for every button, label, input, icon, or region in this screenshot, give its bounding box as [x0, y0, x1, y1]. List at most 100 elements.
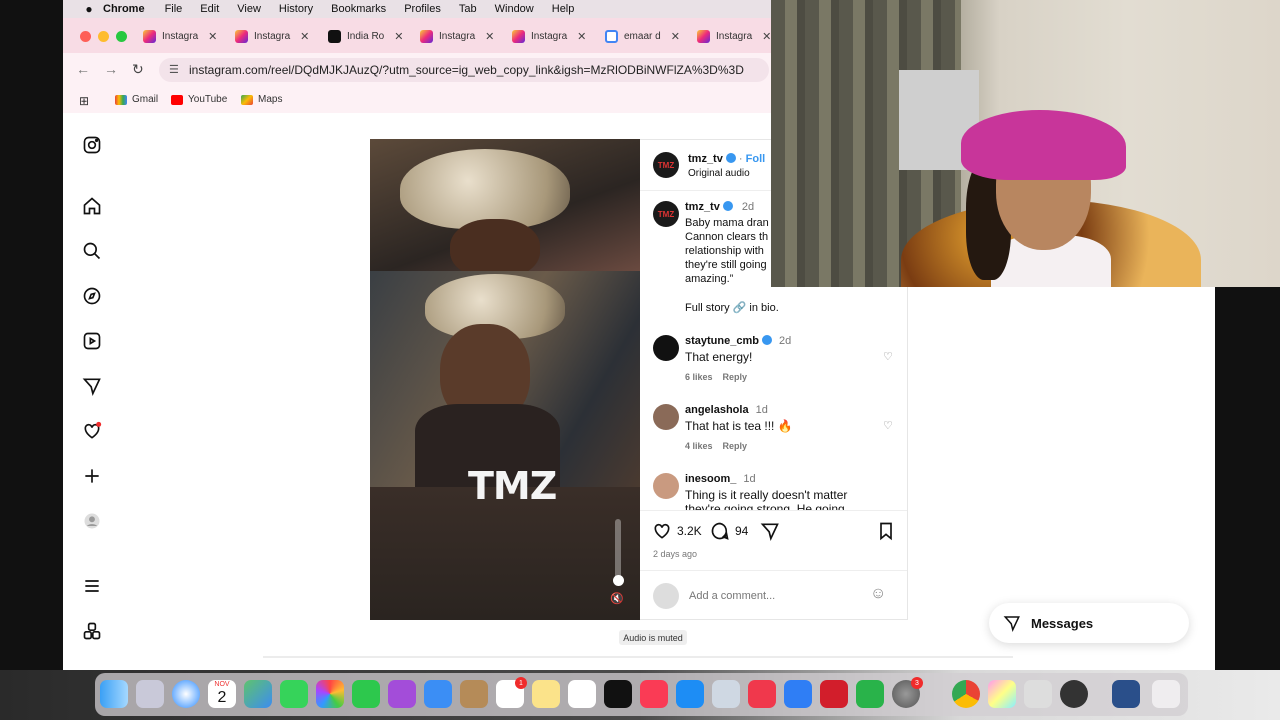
finder-icon[interactable]	[100, 680, 128, 708]
menu-tab[interactable]: Tab	[459, 3, 477, 15]
comment-username[interactable]: inesoom_ 1d	[685, 473, 756, 485]
browser-tab[interactable]: Instagra ✕	[235, 26, 309, 46]
obs-icon[interactable]	[1060, 680, 1088, 708]
audio-label[interactable]: Original audio	[688, 167, 750, 181]
numbers-icon[interactable]	[856, 680, 884, 708]
screenshot-icon[interactable]	[988, 680, 1016, 708]
volume-slider[interactable]	[615, 519, 621, 581]
chrome-icon[interactable]	[952, 680, 980, 708]
comment-button[interactable]: 94	[710, 521, 748, 541]
notifications-heart-icon[interactable]	[81, 420, 103, 442]
browser-tab[interactable]: Instagra ✕	[697, 26, 771, 46]
close-tab-icon[interactable]: ✕	[394, 30, 403, 43]
avatar[interactable]	[653, 404, 679, 430]
menu-help[interactable]: Help	[552, 3, 575, 15]
music-icon[interactable]	[640, 680, 668, 708]
browser-tab[interactable]: Instagra ✕	[512, 26, 586, 46]
back-arrow-icon[interactable]: ←	[76, 61, 90, 77]
save-button[interactable]	[876, 521, 901, 541]
trash-icon[interactable]	[1152, 680, 1180, 708]
facetime-icon[interactable]	[352, 680, 380, 708]
notes-app-icon[interactable]	[1024, 680, 1052, 708]
reply-button[interactable]: Reply	[723, 372, 748, 382]
site-settings-icon[interactable]: ☰	[169, 63, 179, 76]
menu-app-name[interactable]: Chrome	[103, 3, 145, 15]
calendar-icon[interactable]: NOV 2	[208, 680, 236, 708]
bookmark-maps[interactable]: Maps	[241, 94, 282, 105]
browser-tab[interactable]: Instagra ✕	[143, 26, 217, 46]
display-icon[interactable]	[1112, 680, 1140, 708]
photos-icon[interactable]	[316, 680, 344, 708]
news-icon[interactable]	[748, 680, 776, 708]
browser-tab[interactable]: Instagra ✕	[420, 26, 494, 46]
like-button[interactable]: 3.2K	[652, 521, 702, 541]
like-comment-heart-icon[interactable]: ♡	[883, 419, 893, 432]
apple-tv-icon[interactable]	[604, 680, 632, 708]
photo-booth-icon[interactable]	[820, 680, 848, 708]
close-tab-icon[interactable]: ✕	[762, 30, 771, 43]
menu-history[interactable]: History	[279, 3, 313, 15]
more-menu-icon[interactable]	[81, 575, 103, 597]
launchpad-icon[interactable]	[136, 680, 164, 708]
messages-icon[interactable]	[280, 680, 308, 708]
freeform-icon[interactable]	[568, 680, 596, 708]
comment-username[interactable]: staytune_cmb 2d	[685, 335, 791, 347]
contacts-icon[interactable]	[460, 680, 488, 708]
apps-grid-icon[interactable]: ⊞	[79, 94, 89, 108]
create-plus-icon[interactable]	[81, 465, 103, 487]
instagram-logo-icon[interactable]	[81, 134, 103, 156]
messages-button[interactable]: Messages	[989, 603, 1189, 643]
address-bar[interactable]: ☰ instagram.com/reel/DQdMJKJAuzQ/?utm_so…	[159, 58, 769, 82]
menu-edit[interactable]: Edit	[200, 3, 219, 15]
avatar[interactable]	[653, 473, 679, 499]
menu-profiles[interactable]: Profiles	[404, 3, 441, 15]
bookmark-gmail[interactable]: Gmail	[115, 94, 158, 105]
forward-arrow-icon[interactable]: →	[104, 61, 118, 77]
comment-likes[interactable]: 4 likes	[685, 441, 713, 451]
zoom-window-button[interactable]	[116, 31, 127, 42]
close-tab-icon[interactable]: ✕	[671, 30, 680, 43]
avatar[interactable]: TMZ	[653, 152, 679, 178]
safari-icon[interactable]	[172, 680, 200, 708]
horizontal-scrollbar[interactable]	[263, 656, 1013, 658]
comment-likes[interactable]: 6 likes	[685, 372, 713, 382]
apple-icon[interactable]: ●	[75, 2, 103, 16]
like-comment-heart-icon[interactable]: ♡	[883, 350, 893, 363]
comment-username[interactable]: angelashola 1d	[685, 404, 768, 416]
home-icon[interactable]	[81, 195, 103, 217]
menu-bookmarks[interactable]: Bookmarks	[331, 3, 386, 15]
add-comment-input[interactable]: Add a comment...	[689, 589, 775, 603]
profile-avatar-icon[interactable]	[81, 510, 103, 532]
close-tab-icon[interactable]: ✕	[485, 30, 494, 43]
volume-slider-knob[interactable]	[613, 575, 624, 586]
notes-icon[interactable]	[532, 680, 560, 708]
minimize-window-button[interactable]	[98, 31, 109, 42]
reload-icon[interactable]: ↻	[132, 61, 144, 78]
reel-video[interactable]: TMZ 🔇	[370, 139, 640, 620]
avatar[interactable]: TMZ	[653, 201, 679, 227]
close-tab-icon[interactable]: ✕	[577, 30, 586, 43]
share-button[interactable]	[760, 521, 785, 541]
reply-button[interactable]: Reply	[723, 441, 748, 451]
caption-username[interactable]: tmz_tv 2d	[685, 201, 754, 213]
direct-send-icon[interactable]	[81, 375, 103, 397]
podcasts-icon[interactable]	[388, 680, 416, 708]
menu-view[interactable]: View	[237, 3, 261, 15]
close-tab-icon[interactable]: ✕	[300, 30, 309, 43]
muted-speaker-icon[interactable]: 🔇	[610, 592, 624, 605]
menu-window[interactable]: Window	[495, 3, 534, 15]
reminders-icon[interactable]: 1	[496, 677, 527, 708]
browser-tab[interactable]: emaar d ✕	[605, 26, 680, 46]
emoji-icon[interactable]: ☺	[870, 585, 886, 603]
preview-icon[interactable]	[712, 680, 740, 708]
close-window-button[interactable]	[80, 31, 91, 42]
mail-icon[interactable]	[424, 680, 452, 708]
close-tab-icon[interactable]: ✕	[208, 30, 217, 43]
maps-icon[interactable]	[244, 680, 272, 708]
search-icon[interactable]	[81, 240, 103, 262]
app-store-icon[interactable]	[676, 680, 704, 708]
menu-file[interactable]: File	[165, 3, 183, 15]
header-username[interactable]: tmz_tv · Foll	[688, 153, 765, 165]
follow-button[interactable]: Foll	[746, 153, 766, 165]
system-settings-icon[interactable]: 3	[892, 677, 923, 708]
